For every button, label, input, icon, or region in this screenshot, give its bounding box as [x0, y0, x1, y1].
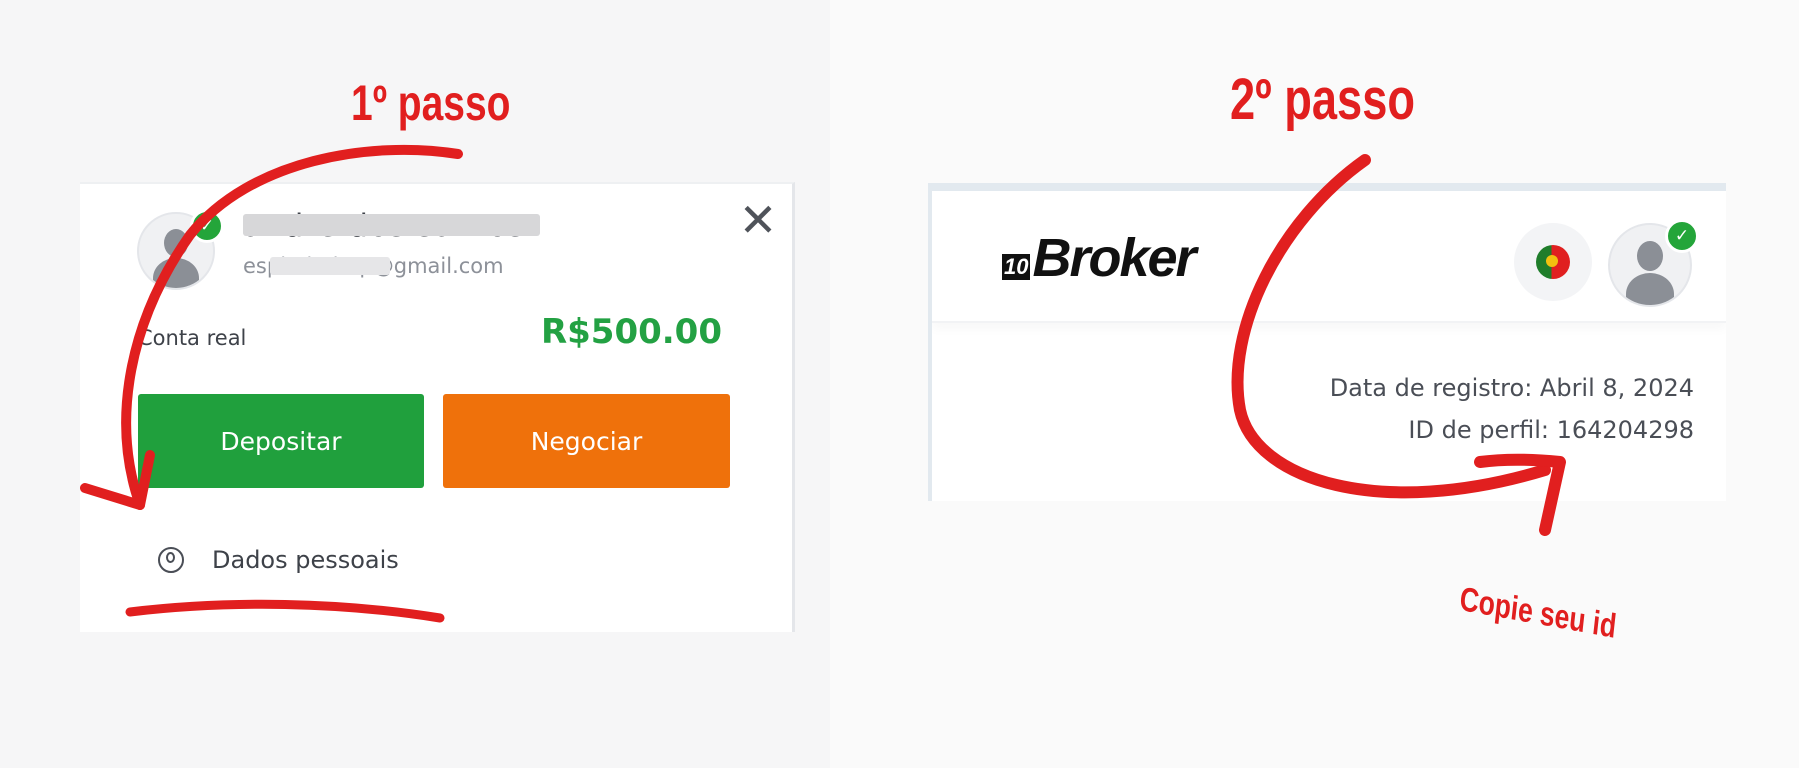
language-flag-button[interactable] — [1514, 223, 1592, 301]
avatar-body — [1626, 273, 1674, 305]
registration-date: Data de registro: Abril 8, 2024 — [1329, 374, 1694, 402]
menu-item-label: Dados pessoais — [212, 546, 399, 574]
avatar-body — [153, 258, 199, 288]
broker-logo[interactable]: 10Broker — [1002, 227, 1197, 288]
logo-mark: 10 — [1002, 254, 1031, 280]
avatar-head — [1637, 241, 1663, 271]
logo-text: Broker — [1032, 228, 1196, 288]
close-icon[interactable]: ✕ — [736, 197, 780, 243]
menu-item-personal-data[interactable]: Dados pessoais — [158, 540, 399, 580]
name-redaction — [243, 214, 540, 236]
profile-id[interactable]: ID de perfil: 164204298 — [1408, 416, 1694, 444]
step-2-label: 2º passo — [1230, 67, 1416, 132]
profile-header: 10Broker ✓ — [932, 191, 1726, 323]
verified-check-icon: ✓ — [190, 209, 224, 243]
step-1-label: 1º passo — [351, 75, 511, 131]
avatar-head — [164, 229, 188, 257]
account-menu-panel: ✓ andre dos santos espiadodrop@gmail.com… — [80, 182, 795, 632]
deposit-button-label: Depositar — [220, 426, 342, 456]
trade-button[interactable]: Negociar — [443, 394, 730, 488]
verified-check-icon: ✓ — [1665, 219, 1699, 253]
account-type-label: Conta real — [138, 326, 247, 350]
account-balance: R$500.00 — [540, 312, 722, 352]
trade-button-label: Negociar — [530, 426, 643, 456]
email-redaction — [270, 257, 390, 275]
user-circle-icon — [158, 547, 184, 573]
portugal-flag-icon — [1536, 245, 1570, 279]
deposit-button[interactable]: Depositar — [138, 394, 424, 488]
profile-panel: 10Broker ✓ Data de registro: Abril 8, 20… — [928, 183, 1726, 501]
